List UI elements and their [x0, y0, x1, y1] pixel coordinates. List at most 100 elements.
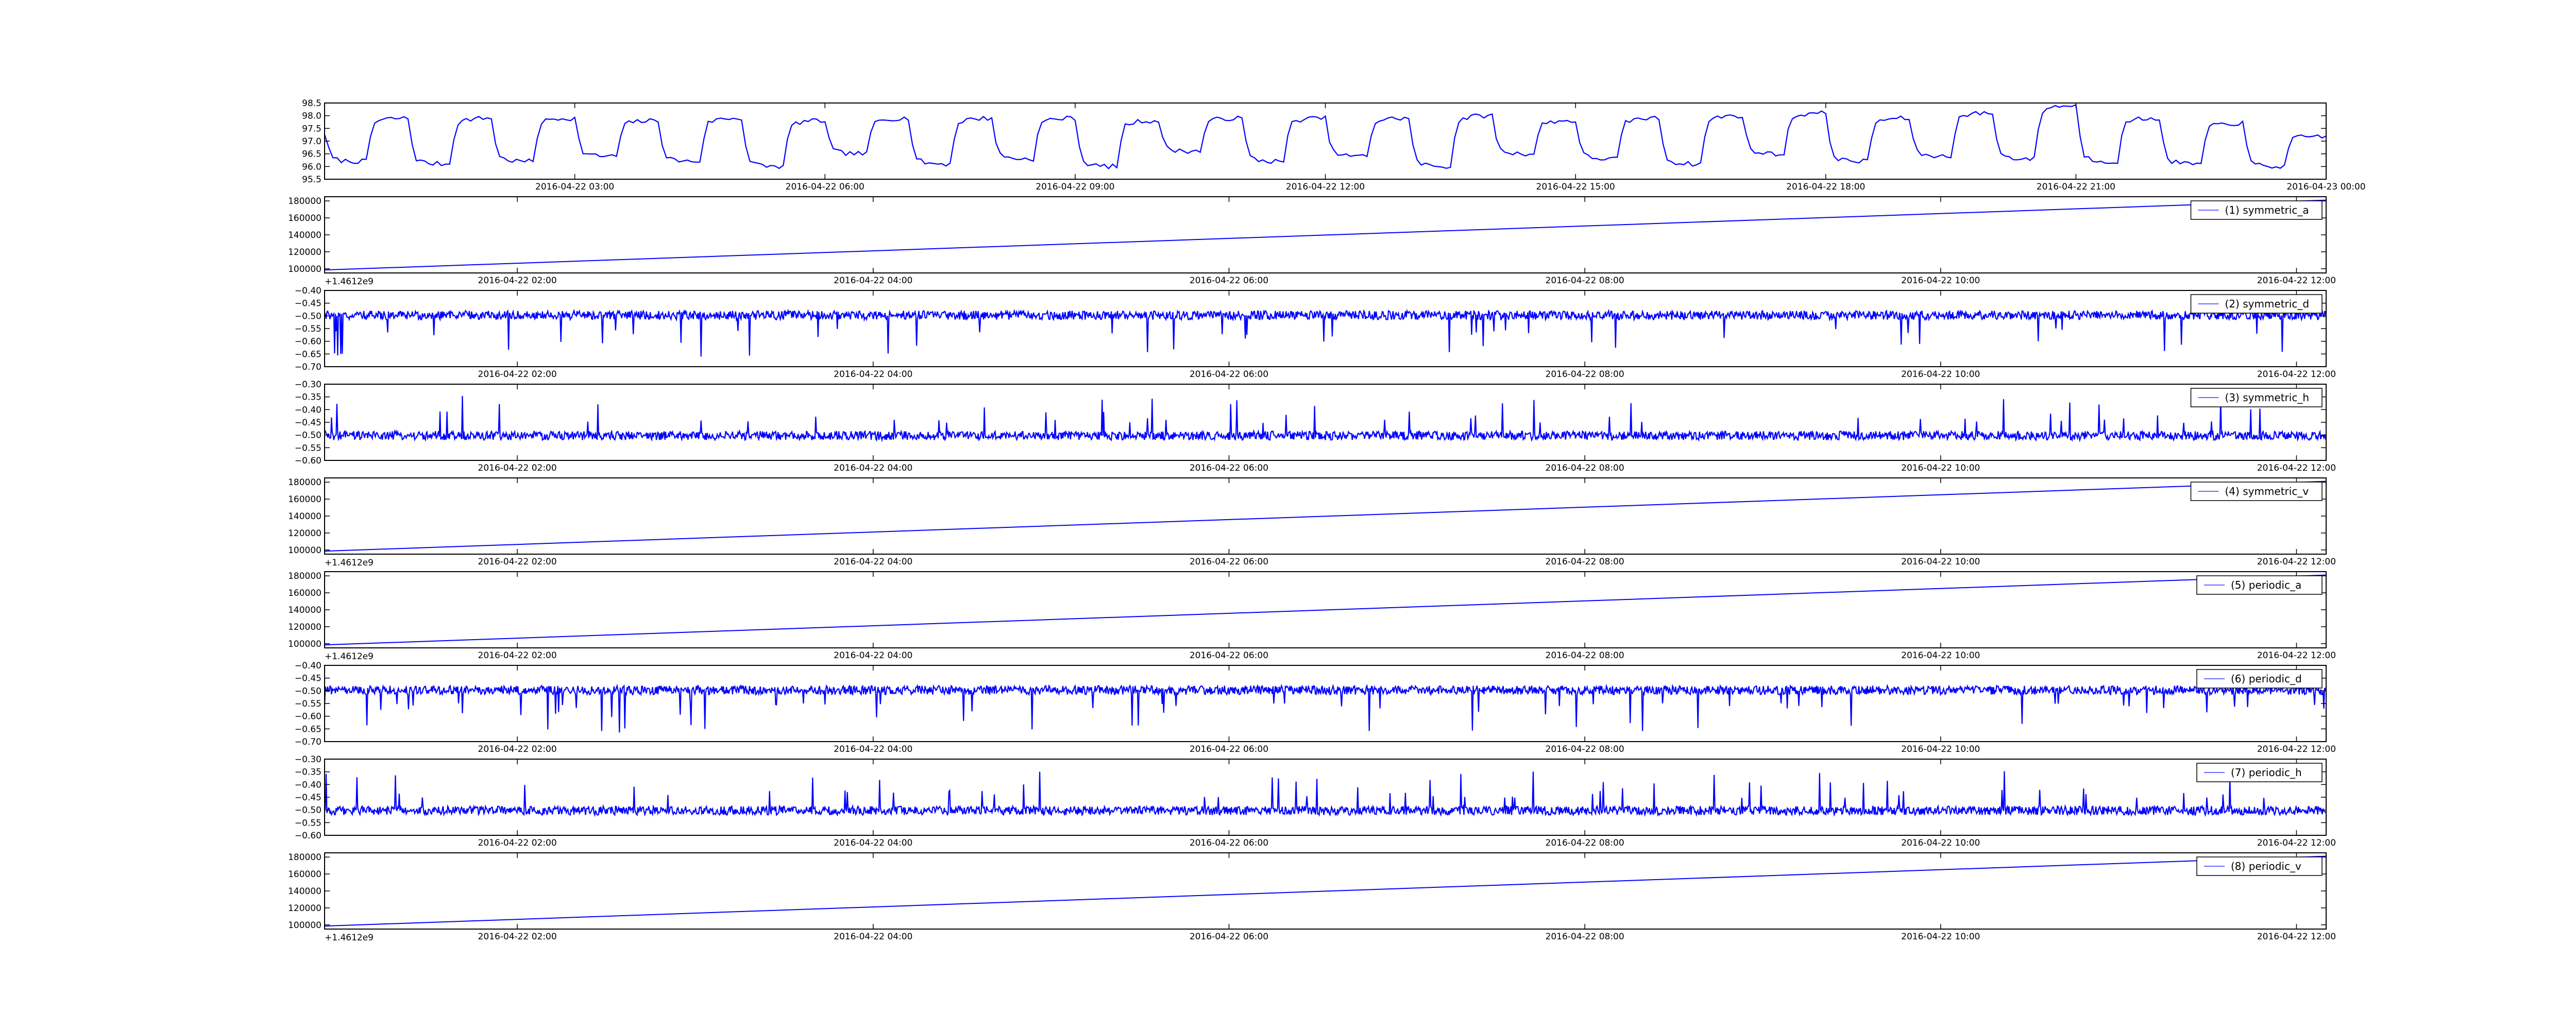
x-tick-label: 2016-04-22 12:00 — [1286, 182, 1365, 192]
y-tick-label: −0.35 — [295, 392, 321, 403]
x-tick-label: 2016-04-22 10:00 — [1901, 369, 1980, 380]
y-tick-label: −0.50 — [295, 805, 321, 816]
x-tick-label: 2016-04-22 18:00 — [1786, 182, 1865, 192]
x-offset-label: +1.4612e9 — [325, 277, 374, 287]
x-tick-label: 2016-04-22 04:00 — [834, 932, 912, 942]
legend: (7) periodic_h — [2196, 763, 2323, 782]
y-tick-label: −0.45 — [295, 674, 321, 684]
legend: (6) periodic_d — [2196, 669, 2323, 689]
y-tick-label: −0.40 — [295, 286, 321, 296]
y-tick-label: −0.55 — [295, 699, 321, 709]
y-tick-label: 180000 — [288, 196, 321, 207]
legend: (4) symmetric_v — [2190, 482, 2323, 501]
y-tick-label: 98.0 — [302, 111, 321, 122]
y-tick-label: 100000 — [288, 920, 321, 931]
x-tick-label: 2016-04-22 12:00 — [2257, 276, 2336, 286]
y-tick-label: 120000 — [288, 247, 321, 258]
y-tick-label: −0.50 — [295, 431, 321, 441]
y-tick-label: 120000 — [288, 528, 321, 539]
x-offset-label: +1.4612e9 — [325, 651, 374, 662]
y-tick-label: 140000 — [288, 886, 321, 897]
wavelet-figure: 95.5 96.0 96.5 97.0 97.5 98.0 98.5 2016-04-22 0… — [0, 0, 2576, 1030]
x-tick-label: 2016-04-22 06:00 — [1190, 557, 1268, 567]
x-tick-label: 2016-04-22 09:00 — [1036, 182, 1114, 192]
y-tick-label: −0.50 — [295, 686, 321, 696]
x-tick-label: 2016-04-22 21:00 — [2037, 182, 2115, 192]
x-tick-label: 2016-04-22 04:00 — [834, 744, 912, 754]
y-tick-label: 140000 — [288, 230, 321, 241]
x-tick-label: 2016-04-22 08:00 — [1546, 838, 1624, 848]
x-tick-label: 2016-04-22 06:00 — [1190, 463, 1268, 473]
y-tick-label: 96.5 — [302, 149, 321, 160]
x-tick-label: 2016-04-22 06:00 — [1190, 650, 1268, 661]
y-tick-label: −0.55 — [295, 324, 321, 334]
y-tick-label: 120000 — [288, 622, 321, 632]
y-tick-label: −0.50 — [295, 311, 321, 321]
legend-label: (4) symmetric_v — [2225, 485, 2309, 497]
x-tick-label: 2016-04-22 02:00 — [478, 650, 557, 661]
y-tick-label: −0.45 — [295, 299, 321, 309]
y-tick-label: 100000 — [288, 639, 321, 649]
x-tick-label: 2016-04-22 08:00 — [1546, 369, 1624, 380]
y-tick-label: −0.55 — [295, 818, 321, 828]
x-tick-label: 2016-04-22 10:00 — [1901, 463, 1980, 473]
y-tick-label: 98.5 — [302, 98, 321, 109]
x-tick-label: 2016-04-22 10:00 — [1901, 838, 1980, 848]
y-tick-label: 97.5 — [302, 124, 321, 134]
x-tick-label: 2016-04-22 02:00 — [478, 369, 557, 380]
x-tick-label: 2016-04-22 12:00 — [2257, 744, 2336, 754]
legend: (2) symmetric_d — [2190, 294, 2323, 314]
x-offset-label: +1.4612e9 — [325, 558, 374, 568]
x-tick-label: 2016-04-22 08:00 — [1546, 557, 1624, 567]
y-tick-label: −0.45 — [295, 793, 321, 803]
legend-label: (7) periodic_h — [2231, 766, 2302, 779]
x-tick-label: 2016-04-22 03:00 — [535, 182, 614, 192]
x-tick-label: 2016-04-22 06:00 — [1190, 838, 1268, 848]
x-tick-label: 2016-04-22 06:00 — [1190, 932, 1268, 942]
x-tick-label: 2016-04-22 02:00 — [478, 838, 557, 848]
y-tick-label: −0.65 — [295, 349, 321, 359]
y-tick-label: 160000 — [288, 588, 321, 598]
y-tick-label: 160000 — [288, 494, 321, 505]
y-tick-label: 100000 — [288, 264, 321, 274]
y-tick-label: 160000 — [288, 213, 321, 224]
legend: (1) symmetric_a — [2190, 200, 2323, 220]
y-tick-label: 140000 — [288, 605, 321, 615]
legend-label: (3) symmetric_h — [2225, 391, 2310, 404]
y-tick-label: −0.30 — [295, 380, 321, 390]
x-tick-label: 2016-04-22 10:00 — [1901, 650, 1980, 661]
x-tick-label: 2016-04-22 06:00 — [1190, 276, 1268, 286]
x-offset-label: +1.4612e9 — [325, 933, 374, 943]
x-tick-label: 2016-04-22 08:00 — [1546, 932, 1624, 942]
x-tick-label: 2016-04-22 10:00 — [1901, 932, 1980, 942]
x-tick-label: 2016-04-22 08:00 — [1546, 276, 1624, 286]
y-tick-label: −0.70 — [295, 362, 321, 372]
x-tick-label: 2016-04-22 06:00 — [786, 182, 865, 192]
x-tick-label: 2016-04-22 02:00 — [478, 463, 557, 473]
legend-label: (2) symmetric_d — [2225, 298, 2310, 310]
y-tick-label: −0.55 — [295, 443, 321, 453]
y-tick-label: 96.0 — [302, 162, 321, 172]
y-tick-label: 97.0 — [302, 136, 321, 147]
x-tick-label: 2016-04-22 10:00 — [1901, 276, 1980, 286]
x-tick-label: 2016-04-22 12:00 — [2257, 369, 2336, 380]
x-tick-label: 2016-04-22 02:00 — [478, 932, 557, 942]
y-tick-label: −0.60 — [295, 831, 321, 841]
legend-label: (1) symmetric_a — [2225, 204, 2309, 216]
x-tick-label: 2016-04-22 12:00 — [2257, 838, 2336, 848]
y-tick-label: 180000 — [288, 852, 321, 863]
y-tick-label: 160000 — [288, 869, 321, 880]
y-tick-label: −0.60 — [295, 712, 321, 722]
y-tick-label: 140000 — [288, 511, 321, 522]
x-tick-label: 2016-04-22 12:00 — [2257, 463, 2336, 473]
x-tick-label: 2016-04-23 00:00 — [2286, 182, 2365, 192]
legend-label: (8) periodic_v — [2231, 860, 2301, 872]
x-tick-label: 2016-04-22 04:00 — [834, 650, 912, 661]
y-tick-label: −0.60 — [295, 337, 321, 347]
figure-background — [0, 0, 2576, 1030]
y-tick-label: −0.45 — [295, 418, 321, 428]
legend: (5) periodic_a — [2196, 575, 2323, 595]
y-tick-label: 95.5 — [302, 175, 321, 185]
y-tick-label: −0.35 — [295, 767, 321, 778]
x-tick-label: 2016-04-22 12:00 — [2257, 932, 2336, 942]
